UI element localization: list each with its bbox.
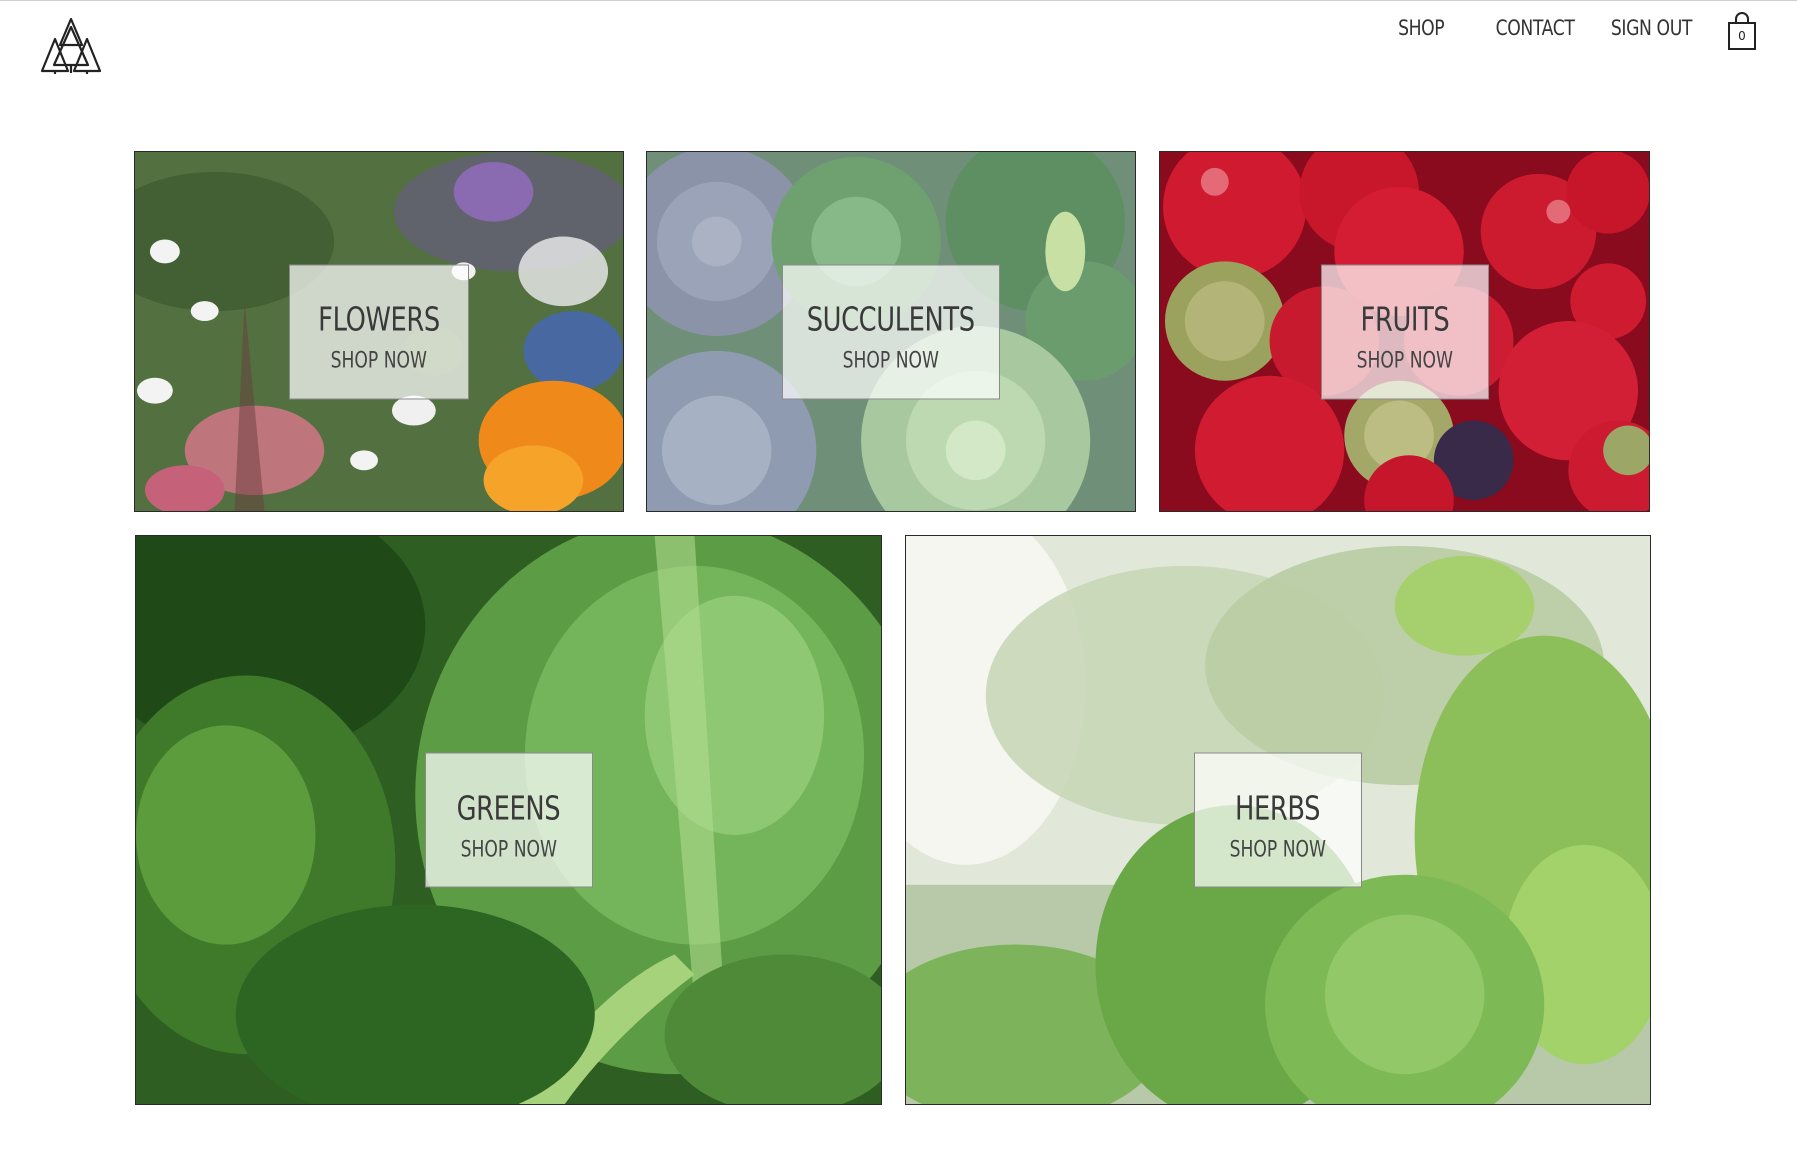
category-tile-greens[interactable]: GREENS SHOP NOW (135, 535, 882, 1105)
category-tile-flowers[interactable]: FLOWERS SHOP NOW (134, 151, 624, 512)
category-title: SUCCULENTS (807, 299, 975, 339)
cart-count: 0 (1738, 29, 1746, 43)
category-label-box: SUCCULENTS SHOP NOW (782, 264, 1000, 399)
page: SHOP CONTACT SIGN OUT 0 FLOWERS SHOP NOW… (0, 0, 1797, 1168)
nav-contact-link[interactable]: CONTACT (1496, 16, 1575, 40)
category-title: GREENS (456, 788, 561, 827)
nav-shop-link[interactable]: SHOP (1398, 16, 1445, 40)
pine-trees-logo-icon[interactable] (40, 17, 102, 75)
shop-now-link[interactable]: SHOP NOW (331, 349, 427, 374)
category-tile-succulents[interactable]: SUCCULENTS SHOP NOW (646, 151, 1136, 512)
category-tile-fruits[interactable]: FRUITS SHOP NOW (1159, 151, 1650, 512)
shop-now-link[interactable]: SHOP NOW (460, 837, 556, 862)
shop-now-link[interactable]: SHOP NOW (1356, 349, 1452, 374)
category-tile-herbs[interactable]: HERBS SHOP NOW (905, 535, 1651, 1105)
nav-sign-out-link[interactable]: SIGN OUT (1611, 16, 1693, 40)
category-label-box: GREENS SHOP NOW (424, 752, 593, 888)
category-label-box: FRUITS SHOP NOW (1320, 264, 1489, 399)
category-label-box: HERBS SHOP NOW (1194, 752, 1362, 888)
category-title: FLOWERS (318, 299, 440, 339)
category-title: HERBS (1235, 788, 1321, 827)
shop-now-link[interactable]: SHOP NOW (843, 349, 939, 374)
shop-now-link[interactable]: SHOP NOW (1230, 837, 1326, 862)
cart-button[interactable]: 0 (1726, 11, 1758, 51)
category-label-box: FLOWERS SHOP NOW (289, 264, 469, 399)
category-title: FRUITS (1360, 299, 1449, 339)
